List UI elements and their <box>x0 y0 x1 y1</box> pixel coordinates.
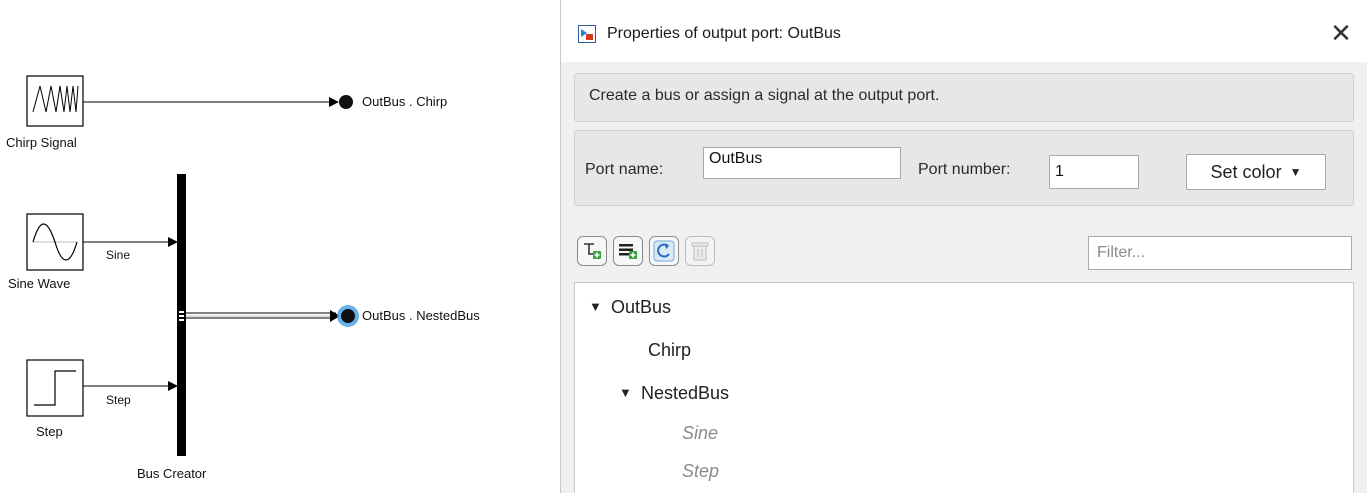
dialog-titlebar[interactable]: Properties of output port: OutBus ✕ <box>561 0 1367 62</box>
bus-creator-label: Bus Creator <box>137 466 207 481</box>
model-diagram <box>26 75 359 456</box>
description-text: Create a bus or assign a signal at the o… <box>589 87 940 104</box>
step-block[interactable] <box>26 359 84 417</box>
dropdown-arrow-icon: ▼ <box>1289 165 1302 179</box>
sine-wave-block[interactable] <box>26 213 84 271</box>
bus-hierarchy-tree: ▼ OutBus Chirp ▼ NestedBus Sine Step <box>574 282 1354 493</box>
nested-outport-dot <box>341 309 355 323</box>
tree-node-sine[interactable]: Sine <box>682 423 718 444</box>
tree-node-label: Chirp <box>648 340 692 360</box>
delete-icon <box>691 242 709 261</box>
port-settings-panel: Port name: Port number: Set color ▼ <box>574 130 1354 206</box>
tree-node-outbus[interactable]: ▼ OutBus <box>589 297 671 318</box>
close-icon: ✕ <box>1330 17 1352 48</box>
add-signal-button[interactable] <box>577 236 607 266</box>
port-name-label: Port name: <box>585 161 664 178</box>
step-signal-label[interactable]: Step <box>106 393 131 407</box>
filter-input[interactable] <box>1088 236 1352 270</box>
set-color-label: Set color <box>1210 161 1282 182</box>
close-button[interactable]: ✕ <box>1325 18 1357 48</box>
delete-button[interactable] <box>685 236 715 266</box>
sine-signal-label[interactable]: Sine <box>106 248 130 262</box>
nested-outport-label[interactable]: OutBus . NestedBus <box>362 308 480 323</box>
tree-node-label: OutBus <box>611 297 672 317</box>
add-bus-icon <box>619 244 637 259</box>
step-block-label: Step <box>36 424 63 439</box>
refresh-button[interactable] <box>649 236 679 266</box>
expand-triangle-icon[interactable]: ▼ <box>619 385 641 400</box>
model-canvas[interactable]: Chirp Signal Sine Wave Step Bus Creator … <box>0 0 560 493</box>
port-number-label: Port number: <box>918 161 1011 178</box>
set-color-button[interactable]: Set color ▼ <box>1186 154 1326 190</box>
simulink-app-icon <box>578 25 596 43</box>
chirp-block-label: Chirp Signal <box>6 135 77 150</box>
port-properties-dialog: Properties of output port: OutBus ✕ Crea… <box>560 0 1367 493</box>
nested-bus-line <box>186 310 340 322</box>
dialog-title: Properties of output port: OutBus <box>607 25 841 42</box>
bus-creator-block[interactable] <box>177 174 186 456</box>
port-name-input[interactable] <box>703 147 901 179</box>
description-panel: Create a bus or assign a signal at the o… <box>574 73 1354 122</box>
chirp-outport-label[interactable]: OutBus . Chirp <box>362 94 447 109</box>
sine-block-label: Sine Wave <box>8 276 71 291</box>
tree-node-chirp[interactable]: Chirp <box>648 340 691 361</box>
tree-node-step[interactable]: Step <box>682 461 719 482</box>
tree-node-label: NestedBus <box>641 383 730 403</box>
tree-node-label: Sine <box>682 423 719 443</box>
port-number-input[interactable] <box>1049 155 1139 189</box>
chirp-outport-dot <box>339 95 353 109</box>
expand-triangle-icon[interactable]: ▼ <box>589 299 611 314</box>
tree-node-label: Step <box>682 461 720 481</box>
add-bus-button[interactable] <box>613 236 643 266</box>
add-signal-icon <box>584 243 601 259</box>
chirp-signal-block[interactable] <box>26 75 84 127</box>
tree-node-nestedbus[interactable]: ▼ NestedBus <box>619 383 729 404</box>
refresh-icon <box>653 240 675 262</box>
